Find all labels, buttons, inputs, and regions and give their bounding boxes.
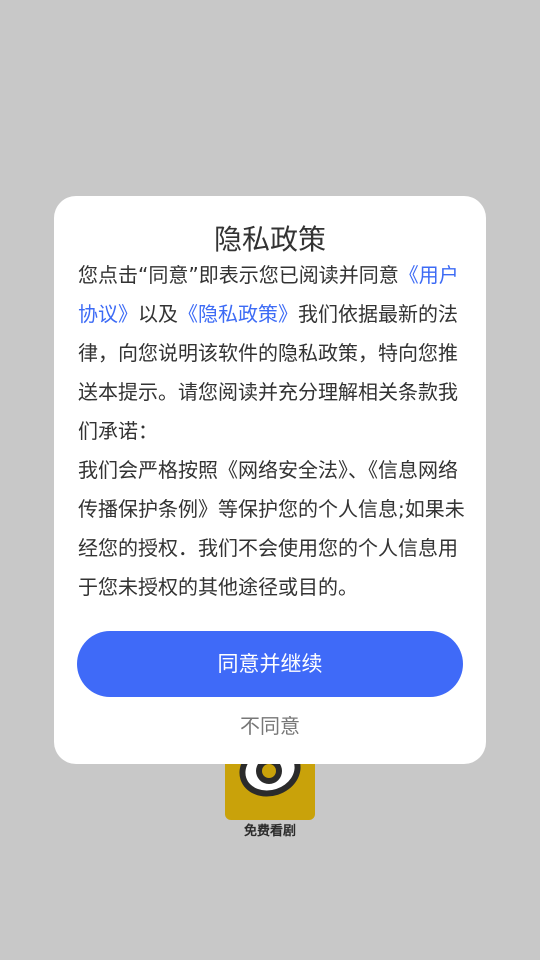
privacy-paragraph-1: 您点击“同意”即表示您已阅读并同意《用户协议》以及《隐私政策》我们依据最新的法律… <box>78 256 466 451</box>
privacy-paragraph-2: 我们会严格按照《网络安全法》、《信息网络传播保护条例》等保护您的个人信息;如果未… <box>78 458 465 599</box>
privacy-dialog: 隐私政策 您点击“同意”即表示您已阅读并同意《用户协议》以及《隐私政策》我们依据… <box>54 196 486 764</box>
app-name: 免费看剧 <box>243 824 296 839</box>
privacy-policy-link[interactable]: 《隐私政策》 <box>178 302 298 326</box>
paragraph-1-connector: 以及 <box>138 302 178 326</box>
dialog-title: 隐私政策 <box>213 223 326 256</box>
screen: 免费看剧 隐私政策 您点击“同意”即表示您已阅读并同意《用户协议》以及《隐私政策… <box>0 0 540 960</box>
disagree-button[interactable]: 不同意 <box>54 708 486 744</box>
paragraph-1-intro: 您点击“同意”即表示您已阅读并同意 <box>78 263 399 287</box>
agree-continue-button[interactable]: 同意并继续 <box>77 631 463 697</box>
dialog-body: 您点击“同意”即表示您已阅读并同意《用户协议》以及《隐私政策》我们依据最新的法律… <box>78 256 466 607</box>
